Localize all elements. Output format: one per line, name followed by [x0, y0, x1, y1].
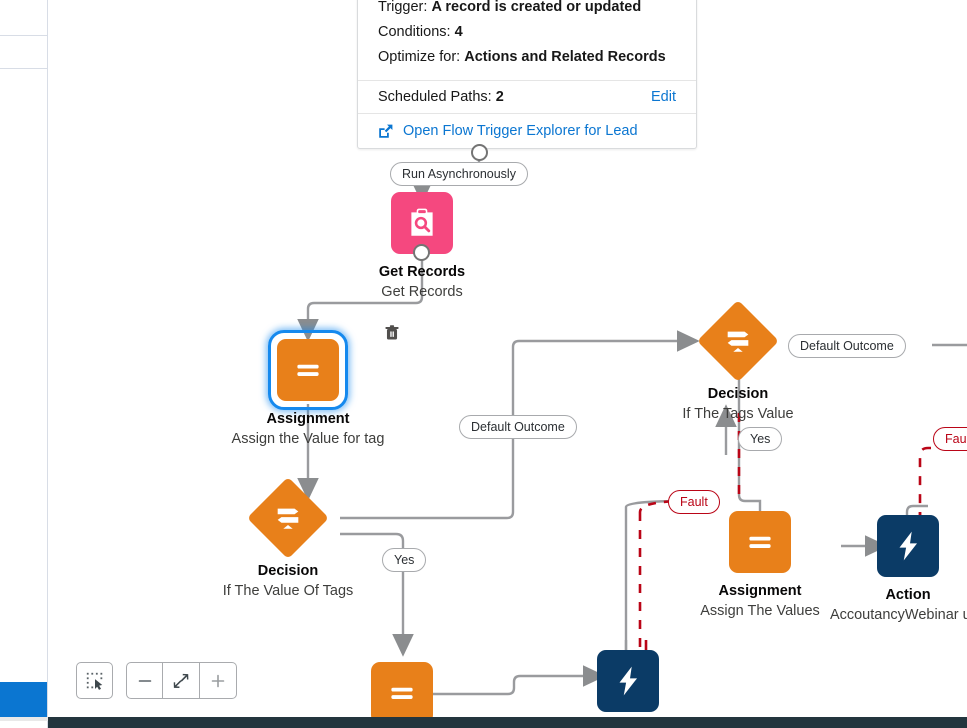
marquee-select-button[interactable] — [76, 662, 113, 699]
fault-badge-right[interactable]: Faul — [933, 427, 967, 451]
assignment-left-title: Assignment — [266, 411, 350, 427]
decision-icon — [277, 508, 299, 529]
action-icon — [619, 666, 638, 696]
decision-icon — [727, 331, 749, 352]
left-panel-strip — [0, 0, 48, 728]
action-bottom-tile[interactable] — [597, 650, 659, 712]
plus-icon — [211, 674, 225, 687]
decision-right-subtitle: If The Tags Value — [682, 406, 794, 422]
marquee-select-icon — [86, 672, 102, 690]
fit-to-view-icon — [173, 673, 189, 688]
run-asynchronously-badge[interactable]: Run Asynchronously — [390, 162, 528, 186]
edit-scheduled-paths-link[interactable]: Edit — [651, 89, 676, 105]
assignment-bottom-tile[interactable] — [371, 662, 433, 724]
open-flow-trigger-explorer-row[interactable]: Open Flow Trigger Explorer for Lead — [358, 113, 696, 148]
action-right-tile[interactable] — [877, 515, 939, 577]
scheduled-paths-label: Scheduled Paths: — [378, 89, 496, 105]
scheduled-paths-row: Scheduled Paths: 2 Edit — [358, 80, 696, 113]
trigger-value: A record is created or updated — [431, 0, 642, 15]
node-get-records[interactable]: Get Records Get Records — [379, 192, 465, 300]
node-assignment-bottom[interactable] — [371, 662, 433, 724]
bottom-scrollbar-left[interactable] — [0, 717, 48, 721]
decision-right-label: Decision If The Tags Value — [633, 384, 843, 424]
external-link-icon — [379, 124, 393, 138]
scheduled-paths-text: Scheduled Paths: 2 — [378, 89, 504, 105]
get-records-title: Get Records — [378, 264, 466, 280]
trigger-label: Trigger: — [378, 0, 432, 15]
conditions-label: Conditions: — [378, 24, 455, 40]
assignment-right-tile[interactable] — [729, 511, 791, 573]
assignment-selection-ring — [268, 330, 348, 410]
node-action-bottom[interactable]: Action — [597, 650, 659, 728]
node-decision-left[interactable]: Decision If The Value Of Tags — [223, 476, 353, 599]
node-assignment-left[interactable]: Assignment Assign the Value for tag — [232, 325, 399, 447]
rail-divider-2 — [0, 68, 47, 69]
node-decision-right[interactable]: Decision If The Tags Value — [682, 299, 794, 422]
scheduled-paths-value: 2 — [495, 89, 504, 105]
bottom-status-bar — [48, 717, 967, 728]
left-panel-blue-block — [0, 682, 47, 718]
default-outcome-badge-right[interactable]: Default Outcome — [788, 334, 906, 358]
decision-left-tile[interactable] — [246, 476, 330, 560]
yes-badge-left[interactable]: Yes — [382, 548, 427, 572]
assignment-icon — [391, 687, 413, 699]
get-records-subtitle: Get Records — [381, 284, 463, 300]
action-right-title: Action — [885, 587, 931, 603]
open-flow-trigger-explorer-link[interactable]: Open Flow Trigger Explorer for Lead — [403, 123, 638, 139]
decision-left-title: Decision — [257, 563, 319, 579]
fit-to-view-button[interactable] — [163, 662, 200, 699]
delete-element-button[interactable] — [383, 324, 401, 342]
optimize-value: Actions and Related Records — [464, 49, 666, 65]
decision-left-label: Decision If The Value Of Tags — [183, 561, 393, 601]
zoom-in-button[interactable] — [200, 662, 237, 699]
start-trigger-panel[interactable]: Trigger: A record is created or updated … — [357, 0, 697, 149]
flow-canvas[interactable]: Trigger: A record is created or updated … — [48, 0, 967, 728]
trigger-details: Trigger: A record is created or updated … — [358, 0, 696, 80]
trigger-row-conditions: Conditions: 4 — [378, 20, 676, 45]
decision-right-title: Decision — [707, 386, 769, 402]
start-connector-dot[interactable] — [471, 144, 488, 161]
rail-divider-1 — [0, 35, 47, 36]
fault-badge-middle[interactable]: Fault — [668, 490, 720, 514]
node-action-right[interactable]: Action AccoutancyWebinar ush — [830, 515, 967, 623]
zoom-out-button[interactable] — [126, 662, 163, 699]
trigger-row-optimize: Optimize for: Actions and Related Record… — [378, 45, 676, 70]
decision-right-tile[interactable] — [696, 299, 780, 383]
assignment-left-subtitle: Assign the Value for tag — [231, 431, 385, 447]
flow-builder-canvas-screen: Trigger: A record is created or updated … — [0, 0, 967, 728]
marquee-select-control[interactable] — [76, 662, 113, 699]
minus-icon — [138, 679, 151, 682]
node-assignment-right[interactable]: Assignment Assign The Values — [700, 511, 820, 619]
optimize-label: Optimize for: — [378, 49, 465, 65]
action-right-label: Action AccoutancyWebinar ush — [813, 585, 967, 625]
assignment-left-label: Assignment Assign the Value for tag — [203, 409, 413, 449]
yes-badge-right[interactable]: Yes — [738, 427, 783, 451]
trigger-row-trigger: Trigger: A record is created or updated — [378, 0, 676, 20]
get-records-icon — [411, 208, 433, 236]
assignment-icon — [749, 536, 771, 548]
get-records-bottom-dot[interactable] — [413, 244, 430, 261]
get-records-label: Get Records Get Records — [317, 262, 527, 302]
action-icon — [899, 531, 918, 561]
action-right-subtitle: AccoutancyWebinar ush — [829, 607, 967, 623]
conditions-value: 4 — [454, 24, 463, 40]
zoom-controls[interactable] — [126, 662, 237, 699]
default-outcome-badge-middle[interactable]: Default Outcome — [459, 415, 577, 439]
decision-left-subtitle: If The Value Of Tags — [222, 583, 354, 599]
